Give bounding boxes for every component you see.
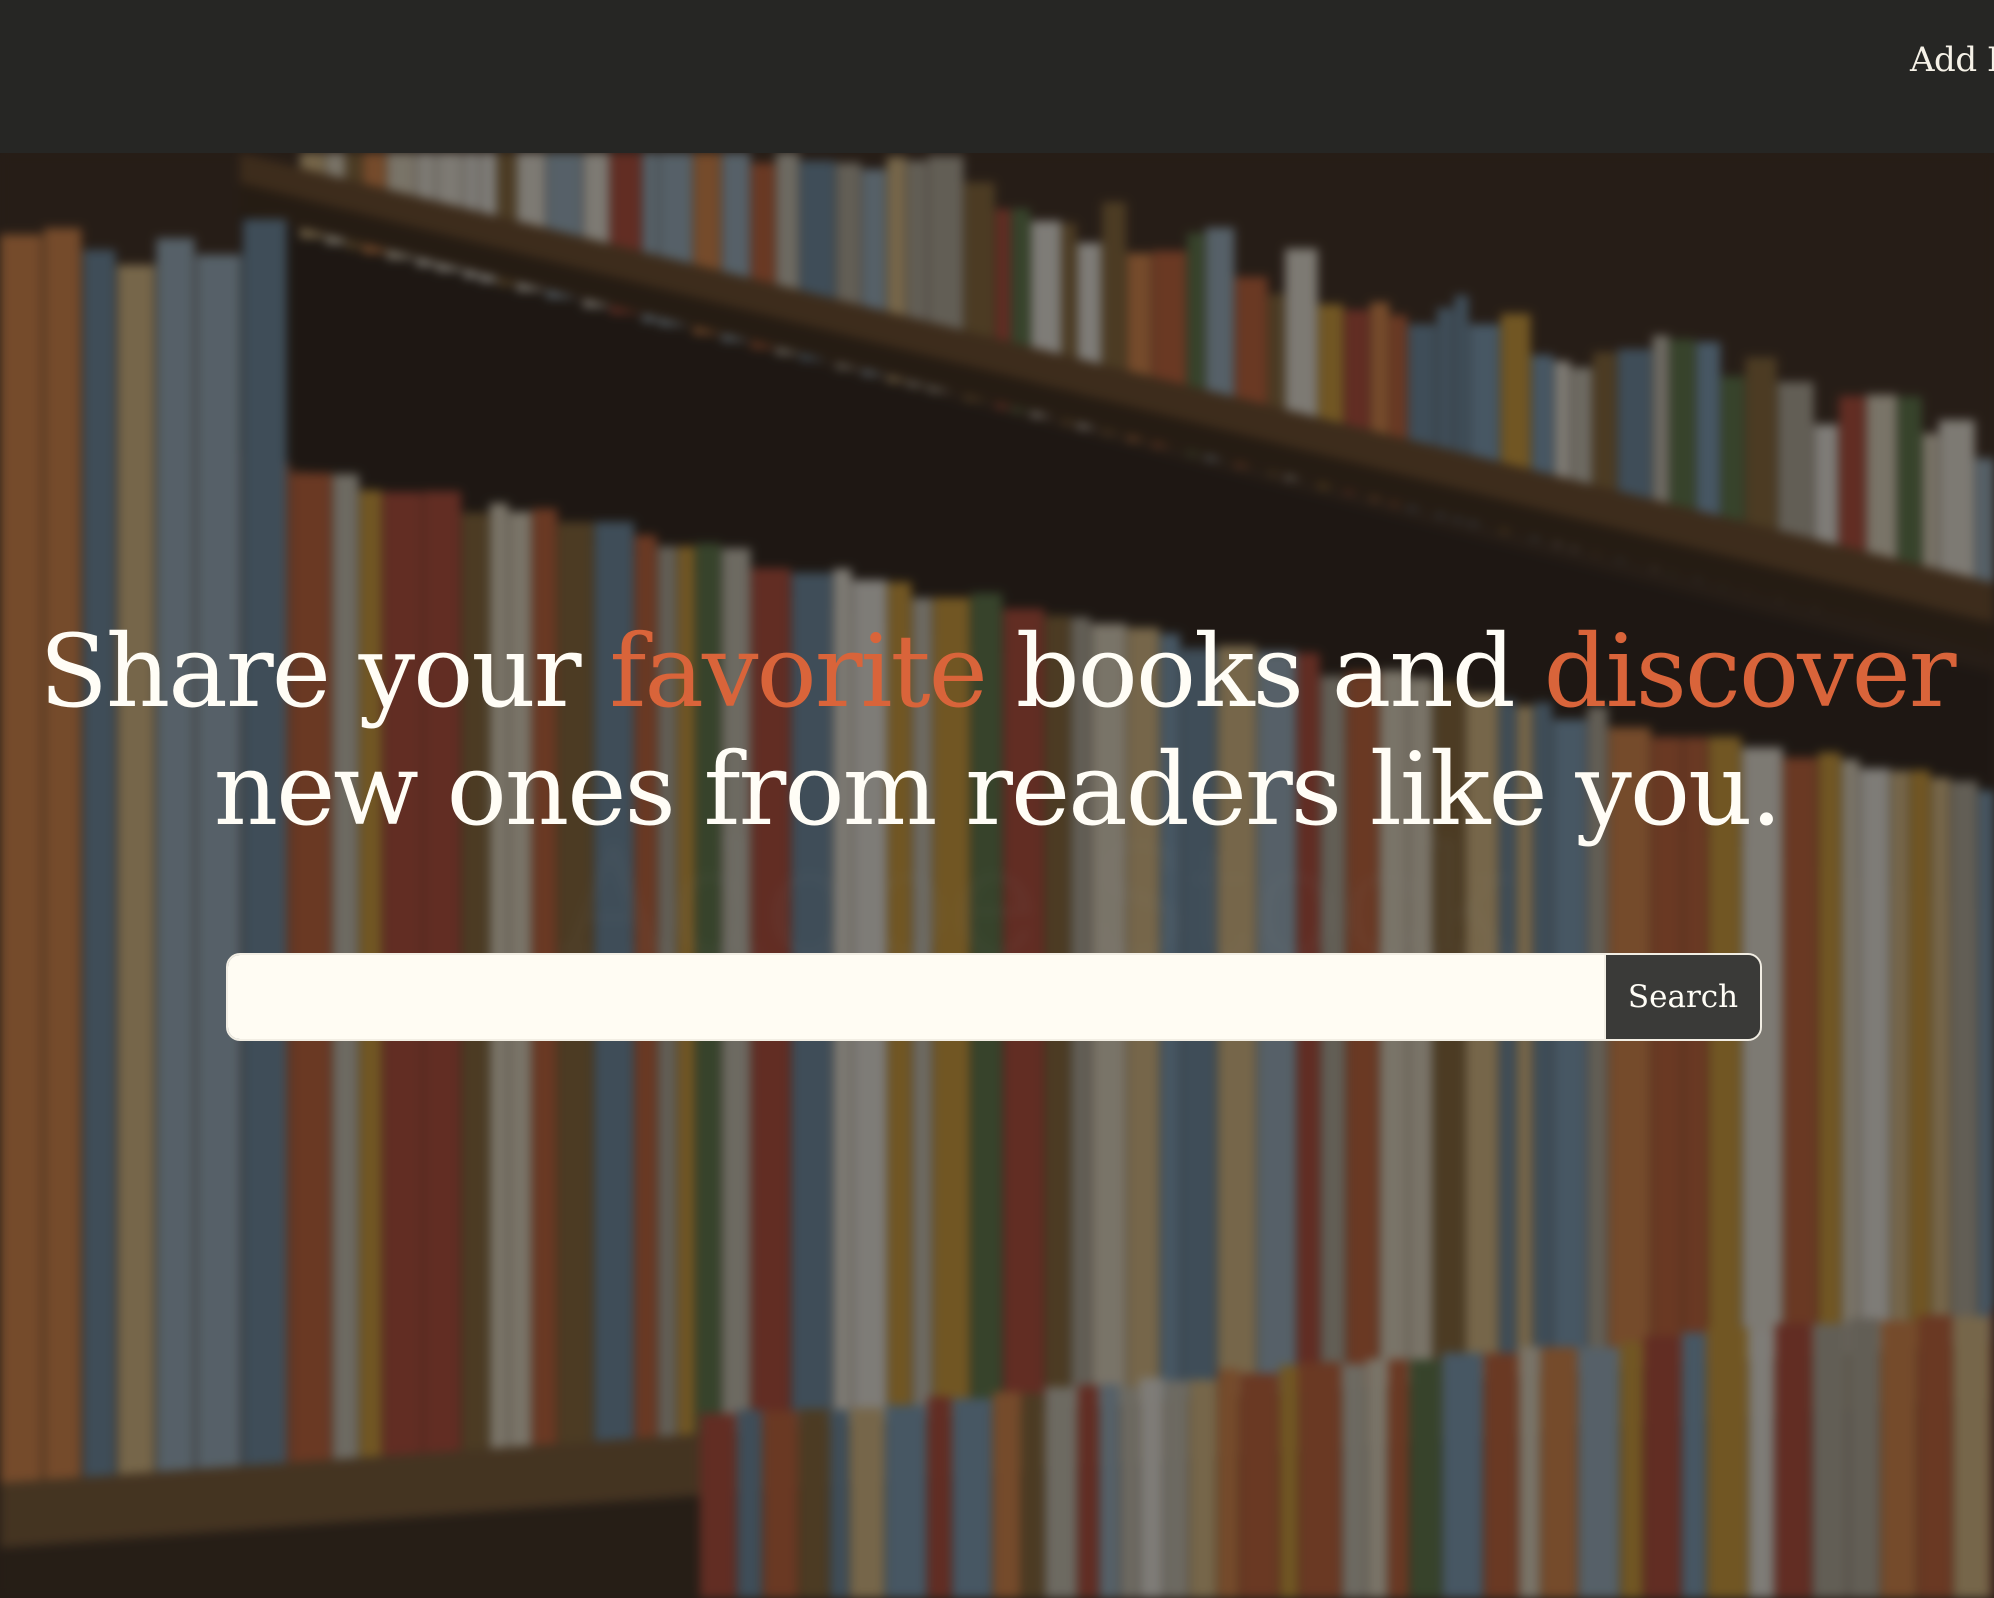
headline-text-2: books and <box>985 613 1544 730</box>
search-button[interactable]: Search <box>1604 955 1760 1039</box>
headline-text-1: Share your <box>39 613 610 730</box>
headline-accent-discover: discover <box>1543 613 1957 730</box>
hero-headline: Share your favorite books and discover n… <box>0 613 1994 849</box>
dark-overlay <box>0 153 1994 1598</box>
search-form: Search <box>226 953 1762 1041</box>
add-book-link[interactable]: Add B <box>1910 40 1994 80</box>
search-input[interactable] <box>228 955 1604 1039</box>
headline-text-3: new ones from readers like you. <box>213 731 1783 848</box>
hero-section: Adobe Stock Share your favorite books an… <box>0 153 1994 1598</box>
headline-accent-favorite: favorite <box>609 613 987 730</box>
top-navbar: Add B <box>0 0 1994 153</box>
